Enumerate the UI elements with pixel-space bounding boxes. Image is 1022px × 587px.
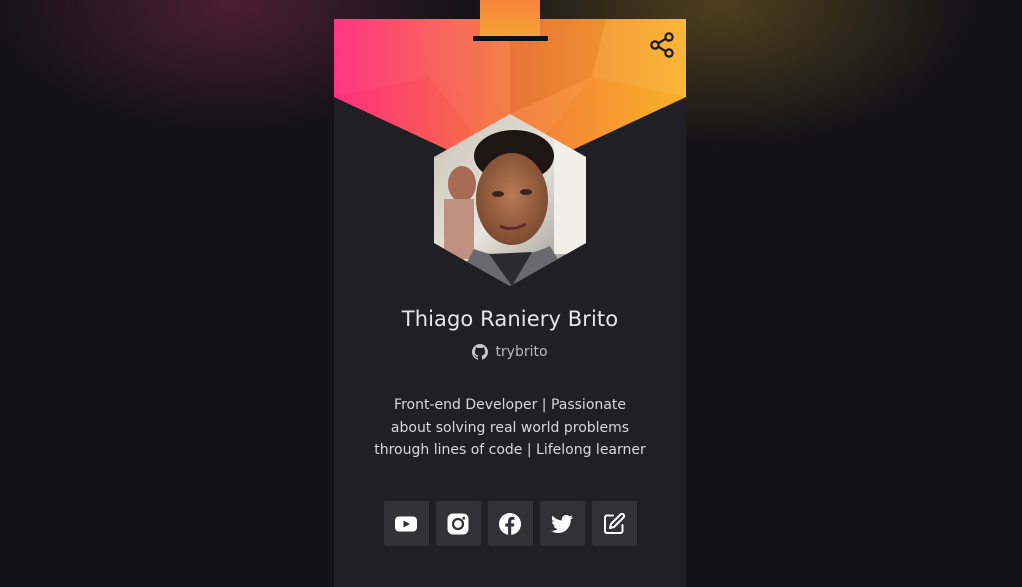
facebook-icon <box>499 512 521 535</box>
youtube-icon <box>395 516 417 531</box>
instagram-icon <box>447 513 469 534</box>
twitter-button[interactable] <box>539 501 585 546</box>
profile-name: Thiago Raniery Brito <box>401 307 619 331</box>
instagram-button[interactable] <box>435 501 481 546</box>
facebook-button[interactable] <box>487 501 533 546</box>
profile-bio: Front-end Developer | Passionate about s… <box>370 394 650 462</box>
github-link[interactable]: trybrito <box>334 344 686 360</box>
twitter-icon <box>551 514 573 533</box>
github-icon <box>472 344 489 360</box>
github-handle: trybrito <box>495 344 548 360</box>
badge-clip <box>473 36 548 41</box>
avatar <box>434 114 586 286</box>
bio-line: through lines of code | Lifelong learner <box>374 442 646 458</box>
edit-icon <box>604 512 626 534</box>
profile-card: Thiago Raniery Brito trybrito Front-end … <box>334 19 686 587</box>
bio-line: Front-end Developer | Passionate <box>394 397 626 413</box>
share-icon <box>650 32 674 58</box>
bio-line: about solving real world problems <box>390 419 630 436</box>
youtube-button[interactable] <box>383 501 429 546</box>
lanyard-strap <box>480 0 540 36</box>
social-links <box>334 501 686 546</box>
edit-button[interactable] <box>591 501 637 546</box>
share-button[interactable] <box>648 31 676 59</box>
